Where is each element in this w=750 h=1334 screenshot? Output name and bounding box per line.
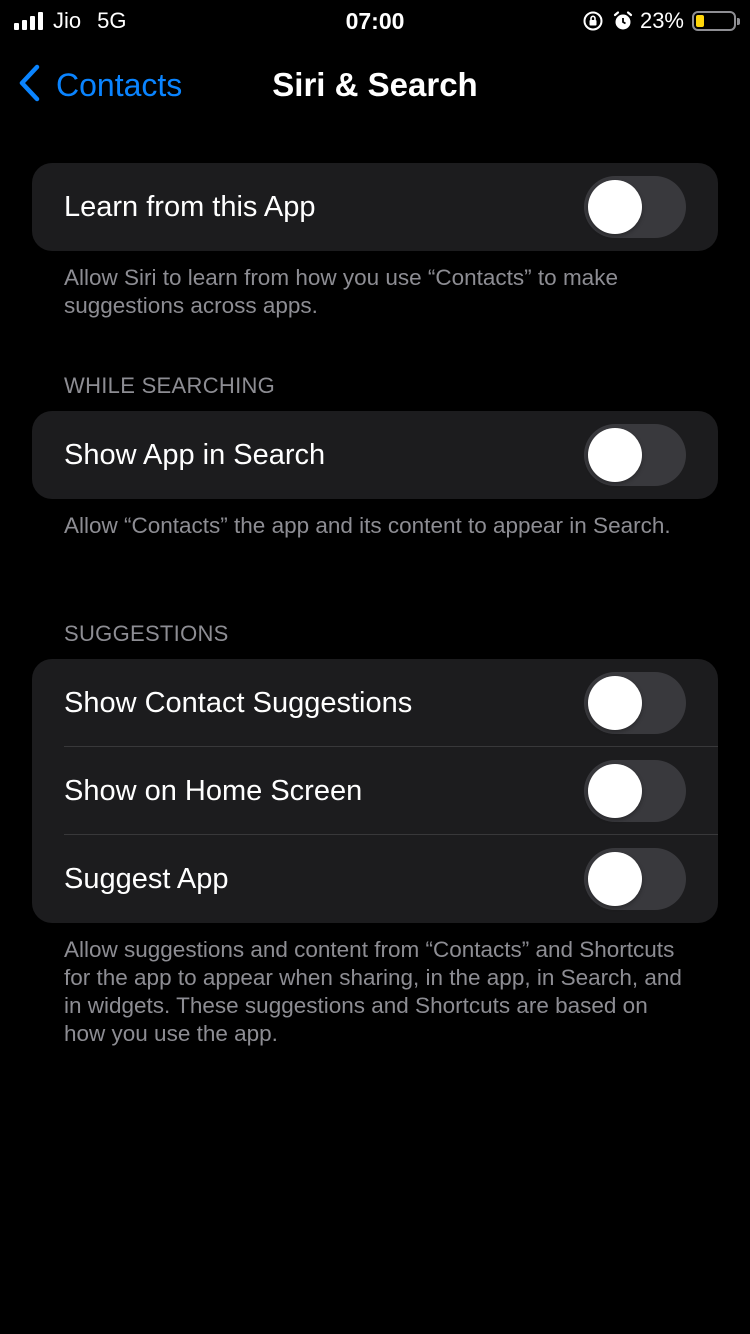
while-searching-header: WHILE SEARCHING	[64, 373, 276, 398]
while-searching-group: Show App in Search	[32, 411, 718, 499]
learn-from-app-label: Learn from this App	[64, 190, 316, 223]
learn-from-app-row: Learn from this App	[32, 163, 718, 251]
status-bar: Jio 5G 07:00 23%	[0, 0, 750, 40]
toggle-knob	[588, 676, 642, 730]
show-on-home-screen-row: Show on Home Screen	[32, 747, 718, 835]
toggle-knob	[588, 852, 642, 906]
learn-footnote: Allow Siri to learn from how you use “Co…	[64, 265, 618, 318]
battery-percent: 23%	[639, 8, 684, 33]
status-right: 23%	[582, 8, 740, 34]
battery-icon	[692, 11, 740, 31]
page-title: Siri & Search	[272, 66, 478, 103]
suggestions-footnote: Allow suggestions and content from “Cont…	[64, 937, 682, 1046]
show-contact-suggestions-row: Show Contact Suggestions	[32, 659, 718, 747]
suggest-app-toggle[interactable]	[584, 848, 686, 910]
show-contact-suggestions-label: Show Contact Suggestions	[64, 686, 413, 719]
suggest-app-label: Suggest App	[64, 862, 229, 895]
alarm-icon	[612, 10, 634, 32]
navigation-bar: Contacts Siri & Search	[0, 56, 750, 112]
orientation-lock-icon	[582, 10, 604, 32]
toggle-knob	[588, 428, 642, 482]
search-footnote: Allow “Contacts” the app and its content…	[64, 513, 671, 538]
learn-from-app-toggle[interactable]	[584, 176, 686, 238]
suggest-app-row: Suggest App	[32, 835, 718, 923]
learn-group: Learn from this App	[32, 163, 718, 251]
show-app-in-search-toggle[interactable]	[584, 424, 686, 486]
show-contact-suggestions-toggle[interactable]	[584, 672, 686, 734]
show-on-home-screen-toggle[interactable]	[584, 760, 686, 822]
show-app-in-search-label: Show App in Search	[64, 438, 326, 471]
toggle-knob	[588, 764, 642, 818]
suggestions-group: Show Contact Suggestions Show on Home Sc…	[32, 659, 718, 923]
show-app-in-search-row: Show App in Search	[32, 411, 718, 499]
suggestions-header: SUGGESTIONS	[64, 621, 229, 646]
toggle-knob	[588, 180, 642, 234]
show-on-home-screen-label: Show on Home Screen	[64, 774, 363, 807]
battery-fill	[696, 15, 705, 27]
